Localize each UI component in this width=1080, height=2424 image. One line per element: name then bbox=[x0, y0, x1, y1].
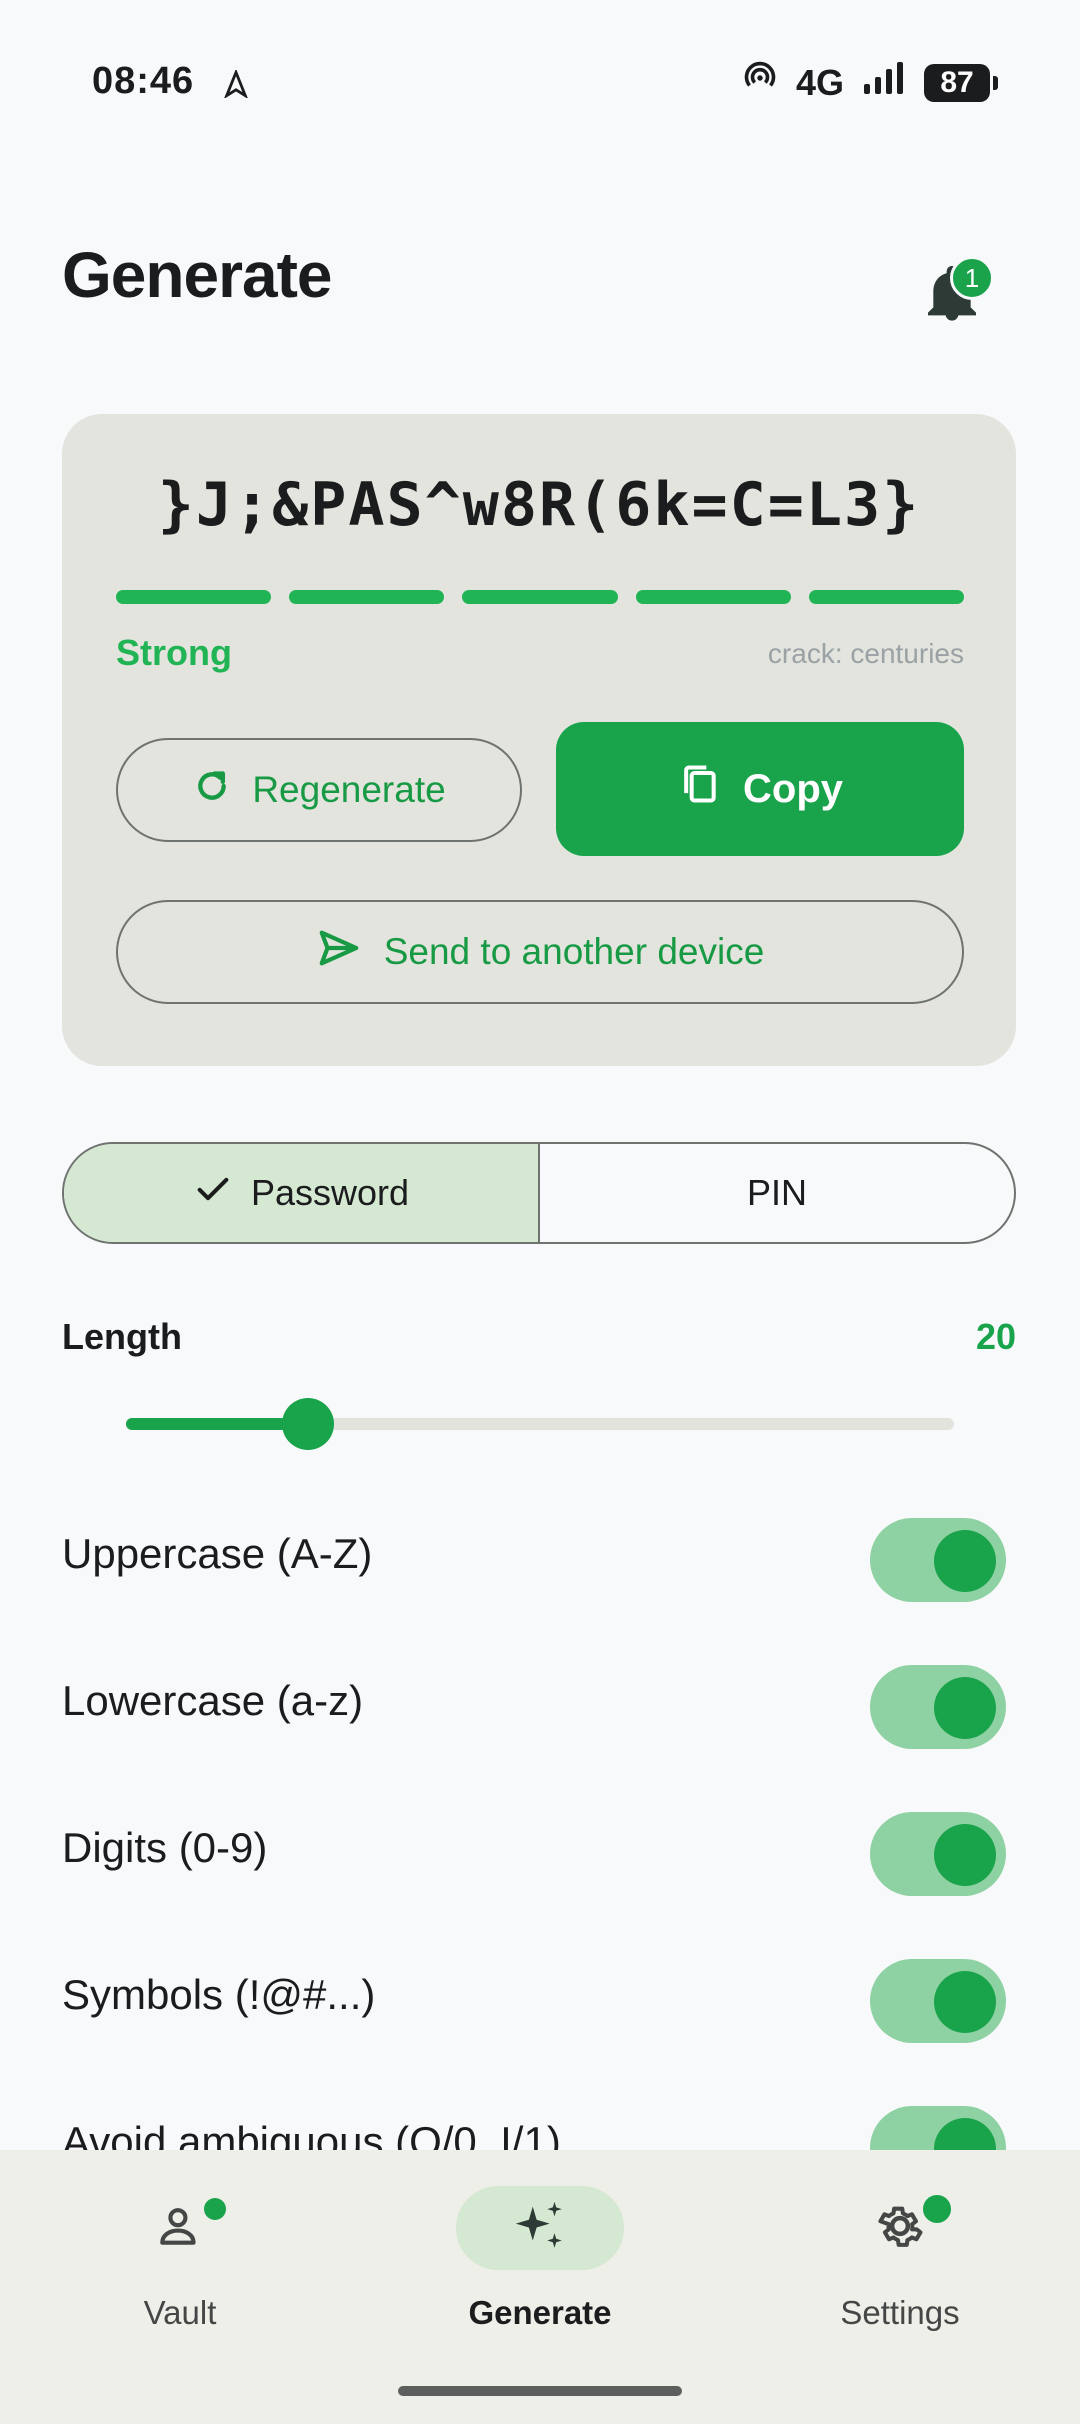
copy-label: Copy bbox=[743, 766, 843, 811]
nav-vault[interactable]: Vault bbox=[60, 2186, 300, 2332]
strength-meter bbox=[116, 590, 965, 604]
generated-password[interactable]: }J;&PAS^w8R(6k=C=L3} bbox=[62, 470, 1016, 540]
status-right: 4G 87 bbox=[742, 60, 998, 105]
hotspot-icon bbox=[742, 60, 778, 105]
symbols-switch[interactable] bbox=[870, 1959, 1006, 2043]
sparkle-icon bbox=[511, 2197, 569, 2260]
nav-vault-label: Vault bbox=[143, 2294, 217, 2331]
send-icon bbox=[316, 925, 362, 980]
strength-segment bbox=[462, 590, 618, 604]
digits-switch[interactable] bbox=[870, 1812, 1006, 1896]
home-indicator[interactable] bbox=[398, 2386, 682, 2396]
regenerate-button[interactable]: Regenerate bbox=[116, 738, 522, 842]
strength-label: Strong bbox=[116, 632, 232, 673]
nav-generate[interactable]: Generate bbox=[420, 2186, 660, 2332]
length-label: Length bbox=[62, 1316, 182, 1357]
copy-button[interactable]: Copy bbox=[556, 722, 964, 856]
nav-settings-label: Settings bbox=[840, 2294, 960, 2331]
regenerate-label: Regenerate bbox=[252, 769, 446, 810]
length-value: 20 bbox=[975, 1316, 1016, 1357]
refresh-icon bbox=[192, 766, 232, 815]
nav-generate-label: Generate bbox=[468, 2294, 612, 2331]
nav-settings[interactable]: Settings bbox=[780, 2186, 1020, 2332]
page-title: Generate bbox=[62, 239, 332, 311]
option-lowercase-label: Lowercase (a-z) bbox=[62, 1677, 364, 1724]
battery-indicator: 87 bbox=[924, 63, 998, 102]
strength-segment bbox=[635, 590, 791, 604]
nav-generate-pill bbox=[456, 2186, 624, 2270]
length-slider-thumb[interactable] bbox=[282, 1398, 335, 1450]
mode-pin-option[interactable]: PIN bbox=[540, 1144, 1014, 1242]
network-type: 4G bbox=[795, 61, 844, 103]
copy-icon bbox=[677, 762, 721, 816]
nav-settings-pill bbox=[816, 2186, 984, 2270]
mode-toggle: Password PIN bbox=[62, 1142, 1016, 1244]
settings-store-badge bbox=[920, 2192, 954, 2226]
location-icon bbox=[222, 68, 250, 100]
send-label: Send to another device bbox=[383, 931, 765, 972]
strength-segment bbox=[808, 590, 965, 604]
vault-dot-badge bbox=[204, 2198, 226, 2220]
nav-vault-pill bbox=[96, 2186, 264, 2270]
option-digits-label: Digits (0-9) bbox=[62, 1824, 268, 1871]
length-slider-fill bbox=[126, 1418, 309, 1430]
option-uppercase-label: Uppercase (A-Z) bbox=[62, 1530, 373, 1577]
person-icon bbox=[155, 2201, 205, 2256]
mode-password-option[interactable]: Password bbox=[64, 1144, 540, 1242]
gear-icon bbox=[873, 2199, 927, 2258]
signal-icon bbox=[862, 60, 906, 105]
mode-password-label: Password bbox=[250, 1172, 410, 1213]
strength-segment bbox=[116, 590, 272, 604]
crack-time: crack: centuries bbox=[767, 638, 964, 669]
check-icon bbox=[193, 1169, 233, 1218]
strength-segment bbox=[289, 590, 445, 604]
option-symbols-label: Symbols (!@#...) bbox=[62, 1971, 376, 2018]
mode-pin-label: PIN bbox=[746, 1172, 807, 1213]
lowercase-switch[interactable] bbox=[870, 1665, 1006, 1749]
notification-badge: 1 bbox=[950, 256, 994, 300]
status-time: 08:46 bbox=[92, 60, 195, 102]
uppercase-switch[interactable] bbox=[870, 1518, 1006, 1602]
send-to-device-button[interactable]: Send to another device bbox=[116, 900, 964, 1004]
